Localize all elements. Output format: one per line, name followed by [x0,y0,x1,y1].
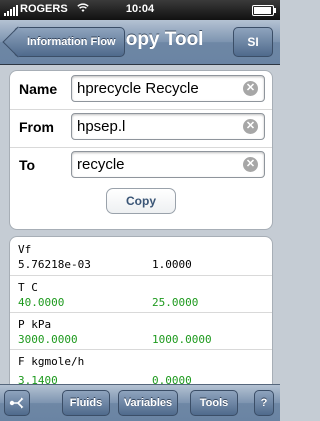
from-field-value[interactable]: hpsep.l [77,118,237,135]
result-value: 1000.0000 [152,333,212,346]
clear-icon[interactable]: ✕ [243,81,258,96]
bottom-toolbar: Fluids Variables Tools ? [0,384,280,421]
back-button[interactable]: Information Flow [14,27,125,57]
result-block: Vf 5.76218e-03 1.0000 [10,237,272,276]
from-field[interactable]: hpsep.l ✕ [71,113,265,140]
result-value: 5.76218e-03 [18,258,91,271]
clear-icon[interactable]: ✕ [243,119,258,134]
to-field-value[interactable]: recycle [77,156,237,173]
result-value: 25.0000 [152,296,199,309]
to-label: To [19,157,36,173]
result-header: Vf [18,243,32,256]
name-label: Name [19,81,58,97]
fluids-button[interactable]: Fluids [62,390,110,416]
to-row: To recycle ✕ [10,147,272,185]
result-block: T C 40.0000 25.0000 [10,275,272,313]
name-field[interactable]: hprecycle Recycle ✕ [71,75,265,102]
status-time: 10:04 [125,3,155,15]
units-button[interactable]: SI [233,27,273,57]
battery-icon [252,5,276,16]
name-row: Name hprecycle Recycle ✕ [10,71,272,110]
status-bar: ROGERS 10:04 [0,0,280,20]
tools-button[interactable]: Tools [190,390,238,416]
result-block: F kgmole/h 3.1400 0.0000 [10,349,272,385]
from-label: From [19,119,54,135]
help-button[interactable]: ? [254,390,274,416]
name-field-value[interactable]: hprecycle Recycle [77,80,237,97]
result-header: F kgmole/h [18,355,85,368]
navigation-bar: Information Flow Copy Tool SI [0,20,280,65]
copy-form: Name hprecycle Recycle ✕ From hpsep.l ✕ … [9,70,273,230]
result-header: T C [18,281,38,294]
result-value: 40.0000 [18,296,65,309]
result-block: P kPa 3000.0000 1000.0000 [10,312,272,350]
flow-diagram-icon[interactable] [4,390,30,416]
variables-button[interactable]: Variables [118,390,178,416]
page-title: Copy Tool [112,29,204,50]
clear-icon[interactable]: ✕ [243,157,258,172]
result-value: 3000.0000 [18,333,78,346]
result-header: P kPa [18,318,52,331]
copy-button[interactable]: Copy [106,188,176,214]
to-field[interactable]: recycle ✕ [71,151,265,178]
result-value: 1.0000 [152,258,192,271]
from-row: From hpsep.l ✕ [10,109,272,148]
results-panel[interactable]: Vf 5.76218e-03 1.0000 T C 40.0000 25.000… [9,236,273,386]
